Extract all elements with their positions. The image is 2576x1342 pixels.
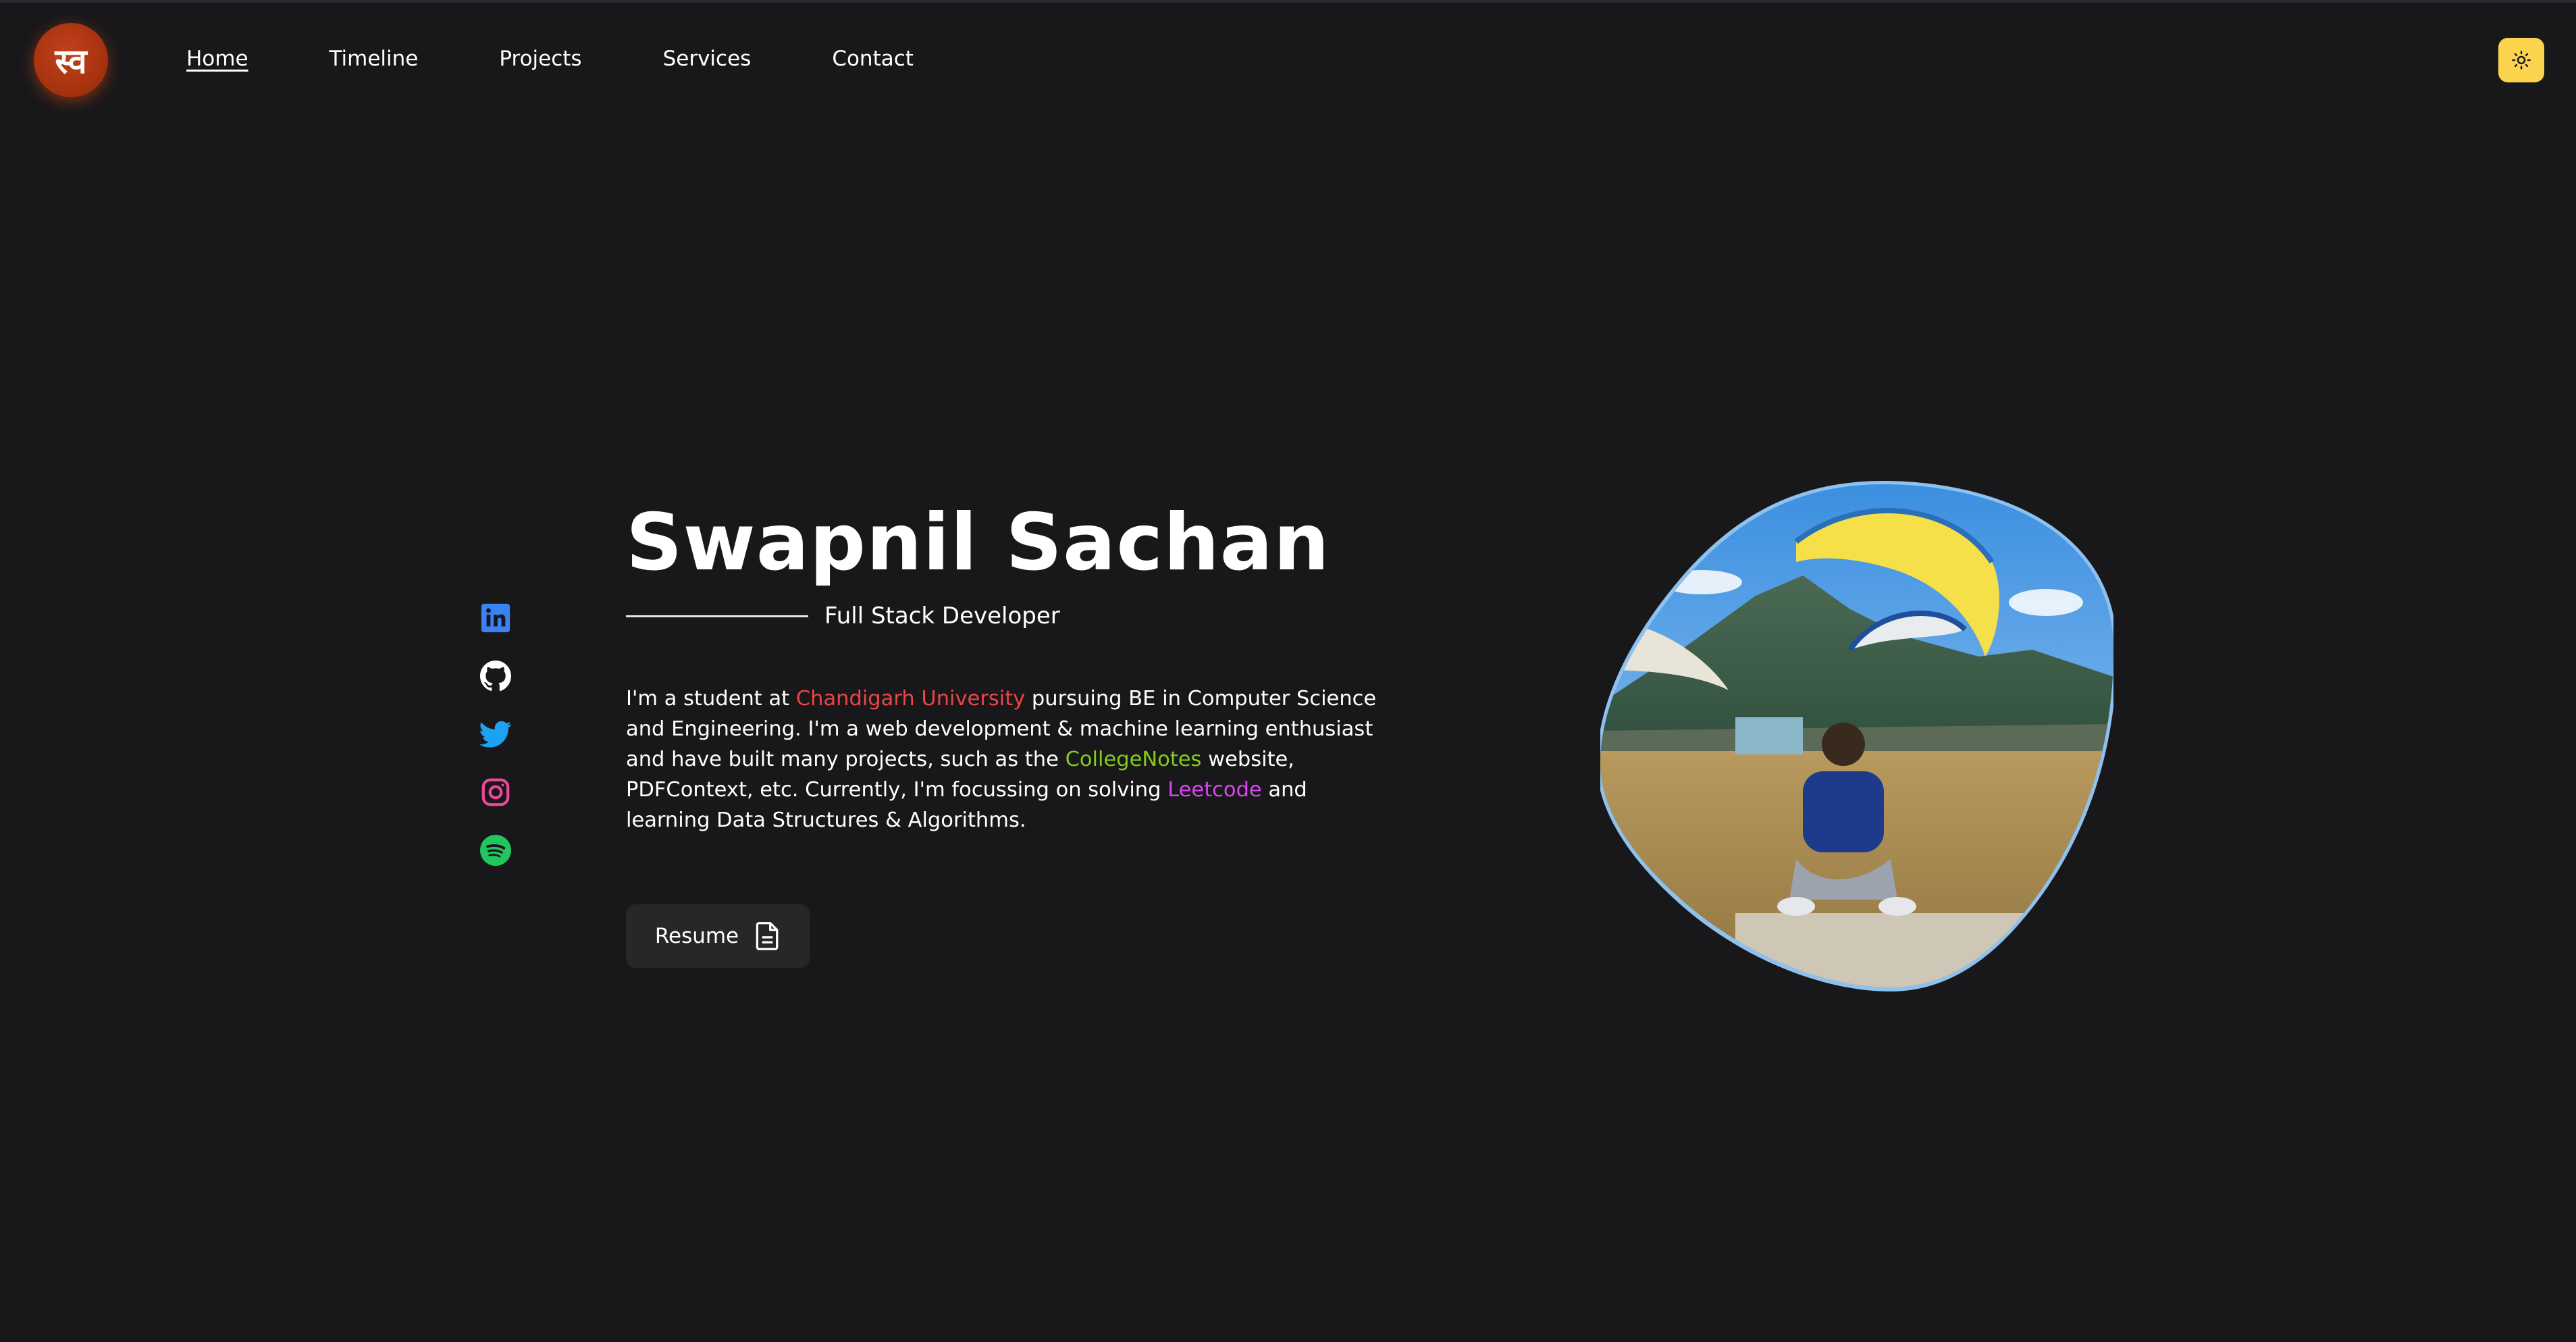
spotify-icon xyxy=(480,835,511,866)
leetcode-link[interactable]: Leetcode xyxy=(1167,778,1262,802)
nav-projects[interactable]: Projects xyxy=(499,43,581,74)
nav-timeline[interactable]: Timeline xyxy=(330,43,419,74)
spotify-link[interactable] xyxy=(478,833,513,868)
twitter-link[interactable] xyxy=(478,717,513,752)
nav-services[interactable]: Services xyxy=(663,43,752,74)
social-links xyxy=(478,600,513,891)
page: स्व Home Timeline Projects Services Cont… xyxy=(0,0,2576,1342)
nav-home[interactable]: Home xyxy=(186,43,248,74)
nav-contact[interactable]: Contact xyxy=(832,43,914,74)
main-nav: Home Timeline Projects Services Contact xyxy=(186,43,995,74)
collegenotes-link[interactable]: CollegeNotes xyxy=(1066,748,1202,771)
role-title: Full Stack Developer xyxy=(824,602,1060,629)
resume-button[interactable]: Resume xyxy=(626,904,810,968)
document-icon xyxy=(756,922,779,950)
profile-photo xyxy=(1600,481,2113,994)
instagram-link[interactable] xyxy=(478,775,513,810)
profile-photo-image xyxy=(1600,481,2113,991)
bio-paragraph: I'm a student at Chandigarh University p… xyxy=(626,687,1377,832)
intro-section: Swapnil Sachan Full Stack Developer I'm … xyxy=(626,496,1409,968)
sun-icon xyxy=(2512,51,2531,70)
role-row: Full Stack Developer xyxy=(626,602,1409,629)
resume-label: Resume xyxy=(654,924,739,948)
theme-toggle-button[interactable] xyxy=(2498,38,2544,82)
linkedin-link[interactable] xyxy=(478,600,513,636)
twitter-icon xyxy=(479,721,512,748)
role-divider xyxy=(626,615,808,617)
instagram-icon xyxy=(481,778,510,806)
university-link[interactable]: Chandigarh University xyxy=(796,687,1025,711)
github-icon xyxy=(480,661,511,692)
linkedin-icon xyxy=(481,603,510,633)
hero-name: Swapnil Sachan xyxy=(626,497,1330,588)
github-link[interactable] xyxy=(478,659,513,694)
logo[interactable]: स्व xyxy=(34,23,108,97)
header: स्व Home Timeline Projects Services Cont… xyxy=(0,3,2576,118)
